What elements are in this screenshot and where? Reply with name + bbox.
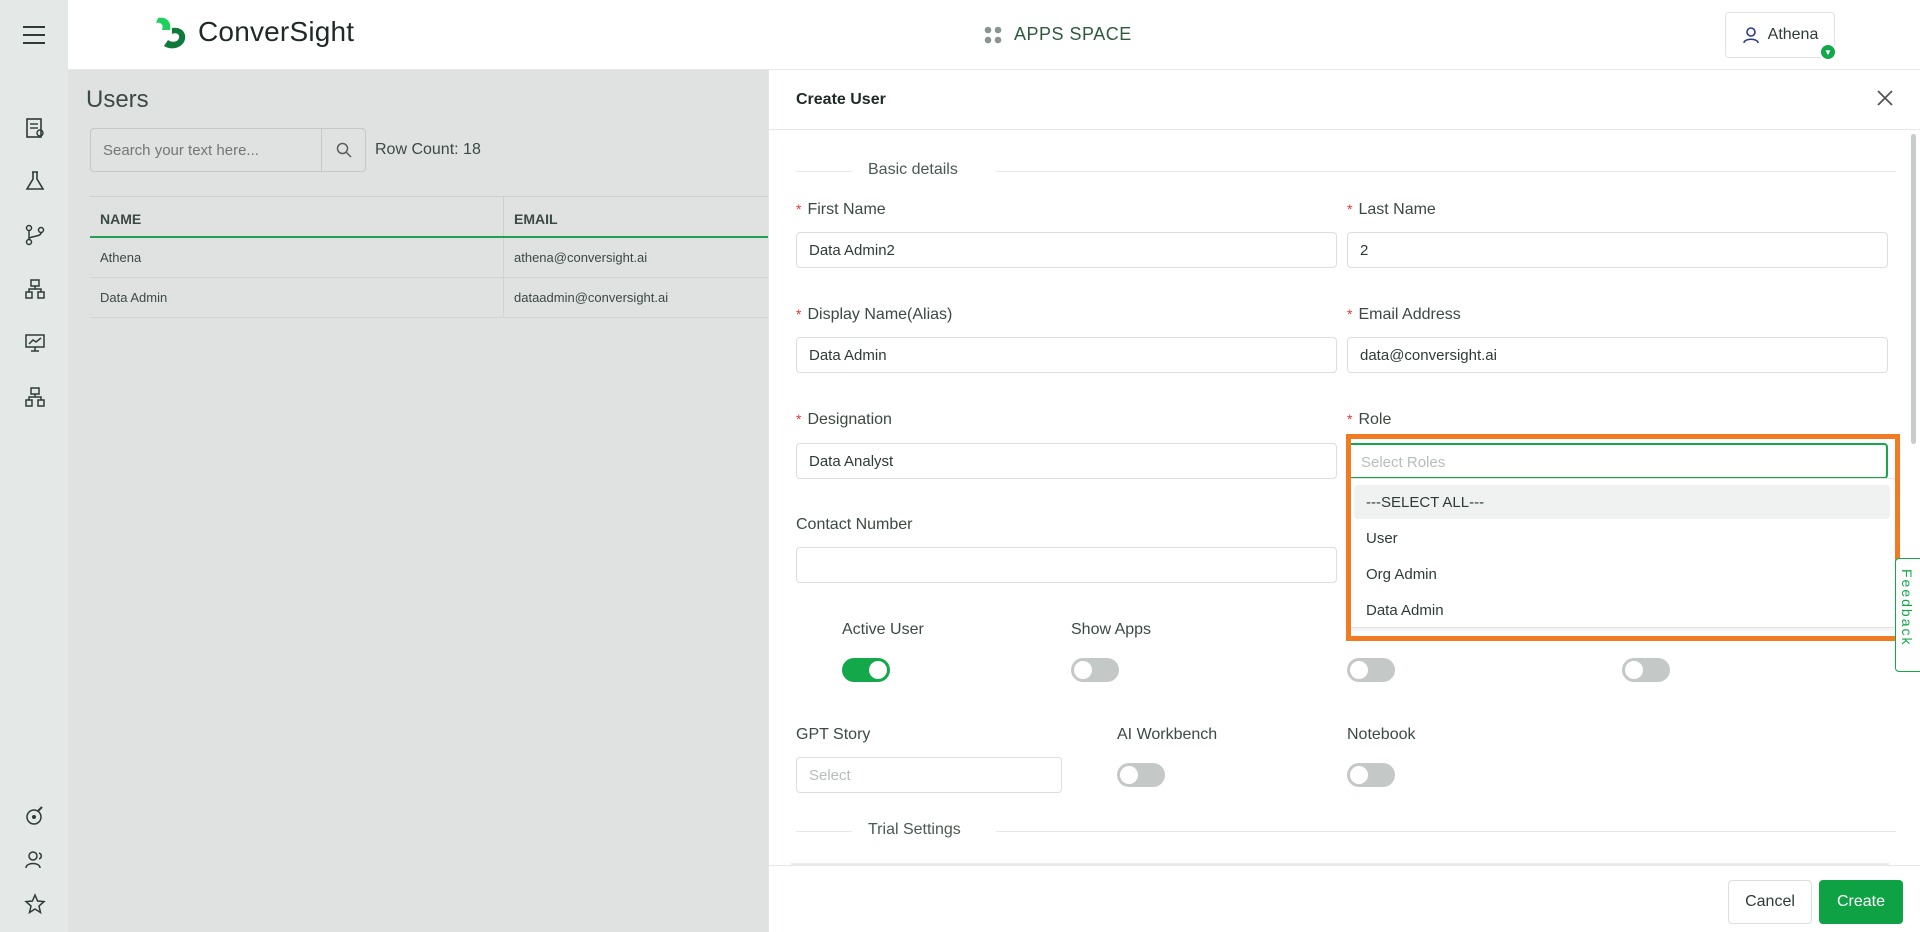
contact-number-field[interactable] bbox=[796, 547, 1337, 583]
top-bar: ConverSight APPS SPACE Athena ▼ bbox=[0, 0, 1920, 70]
drawer-title: Create User bbox=[796, 91, 886, 108]
close-icon bbox=[1877, 90, 1893, 106]
scrollbar-thumb[interactable] bbox=[1911, 134, 1916, 444]
feedback-tab[interactable]: Feedback bbox=[1895, 558, 1920, 672]
user-name: Athena bbox=[1767, 26, 1819, 43]
apps-space-label: APPS SPACE bbox=[1014, 24, 1132, 44]
grid-icon bbox=[984, 26, 1002, 43]
display-name-label: * Display Name(Alias) bbox=[796, 306, 953, 323]
star-icon[interactable] bbox=[23, 892, 47, 916]
email-label: * Email Address bbox=[1347, 306, 1461, 323]
section-title: Trial Settings bbox=[858, 821, 971, 839]
apps-space-button[interactable]: APPS SPACE bbox=[984, 24, 1132, 45]
first-name-field[interactable]: Data Admin2 bbox=[796, 232, 1337, 268]
designation-field[interactable]: Data Analyst bbox=[796, 443, 1337, 479]
highlight-annotation bbox=[1346, 434, 1900, 641]
notebook-toggle[interactable] bbox=[1347, 763, 1395, 787]
toggle-4[interactable] bbox=[1622, 658, 1670, 682]
reports-icon[interactable] bbox=[23, 116, 47, 140]
hierarchy-icon[interactable] bbox=[23, 277, 47, 301]
menu-button[interactable] bbox=[0, 0, 68, 70]
sidebar bbox=[0, 70, 68, 932]
contact-number-label: Contact Number bbox=[796, 516, 913, 533]
role-label: * Role bbox=[1347, 411, 1392, 428]
toggle-3[interactable] bbox=[1347, 658, 1395, 682]
chevron-down-icon[interactable]: ▼ bbox=[1819, 43, 1837, 61]
create-user-drawer: Create User Basic details * First Name Da… bbox=[768, 70, 1920, 932]
cancel-button[interactable]: Cancel bbox=[1728, 880, 1812, 924]
notebook-label: Notebook bbox=[1347, 726, 1416, 743]
section-title: Basic details bbox=[858, 161, 968, 179]
designation-label: * Designation bbox=[796, 411, 892, 428]
show-apps-toggle[interactable] bbox=[1071, 658, 1119, 682]
create-button[interactable]: Create bbox=[1819, 880, 1903, 924]
first-name-label: * First Name bbox=[796, 201, 886, 218]
ai-workbench-toggle[interactable] bbox=[1117, 763, 1165, 787]
rocket-icon[interactable] bbox=[23, 804, 47, 828]
conversight-logo-icon bbox=[156, 17, 186, 49]
brand-name: ConverSight bbox=[198, 16, 355, 47]
user-icon bbox=[1742, 27, 1759, 44]
gpt-story-select[interactable]: Select bbox=[796, 757, 1062, 793]
active-user-toggle[interactable] bbox=[842, 658, 890, 682]
close-button[interactable] bbox=[1873, 86, 1897, 110]
drawer-footer: Cancel Create bbox=[769, 865, 1920, 932]
active-user-label: Active User bbox=[842, 621, 924, 638]
show-apps-label: Show Apps bbox=[1071, 621, 1152, 638]
modal-overlay[interactable] bbox=[68, 70, 768, 932]
presentation-icon[interactable] bbox=[23, 331, 47, 355]
brand-logo[interactable]: ConverSight bbox=[152, 14, 354, 50]
flask-icon[interactable] bbox=[23, 169, 47, 193]
branch-icon[interactable] bbox=[23, 223, 47, 247]
last-name-field[interactable]: 2 bbox=[1347, 232, 1888, 268]
feedback-label: Feedback bbox=[1899, 569, 1915, 647]
hamburger-icon bbox=[23, 23, 45, 47]
display-name-field[interactable]: Data Admin bbox=[796, 337, 1337, 373]
org-chart-icon[interactable] bbox=[23, 385, 47, 409]
gpt-story-label: GPT Story bbox=[796, 726, 871, 743]
users-icon[interactable] bbox=[23, 848, 47, 872]
last-name-label: * Last Name bbox=[1347, 201, 1436, 218]
ai-workbench-label: AI Workbench bbox=[1117, 726, 1218, 743]
email-field[interactable]: data@conversight.ai bbox=[1347, 337, 1888, 373]
drawer-header: Create User bbox=[769, 70, 1920, 130]
